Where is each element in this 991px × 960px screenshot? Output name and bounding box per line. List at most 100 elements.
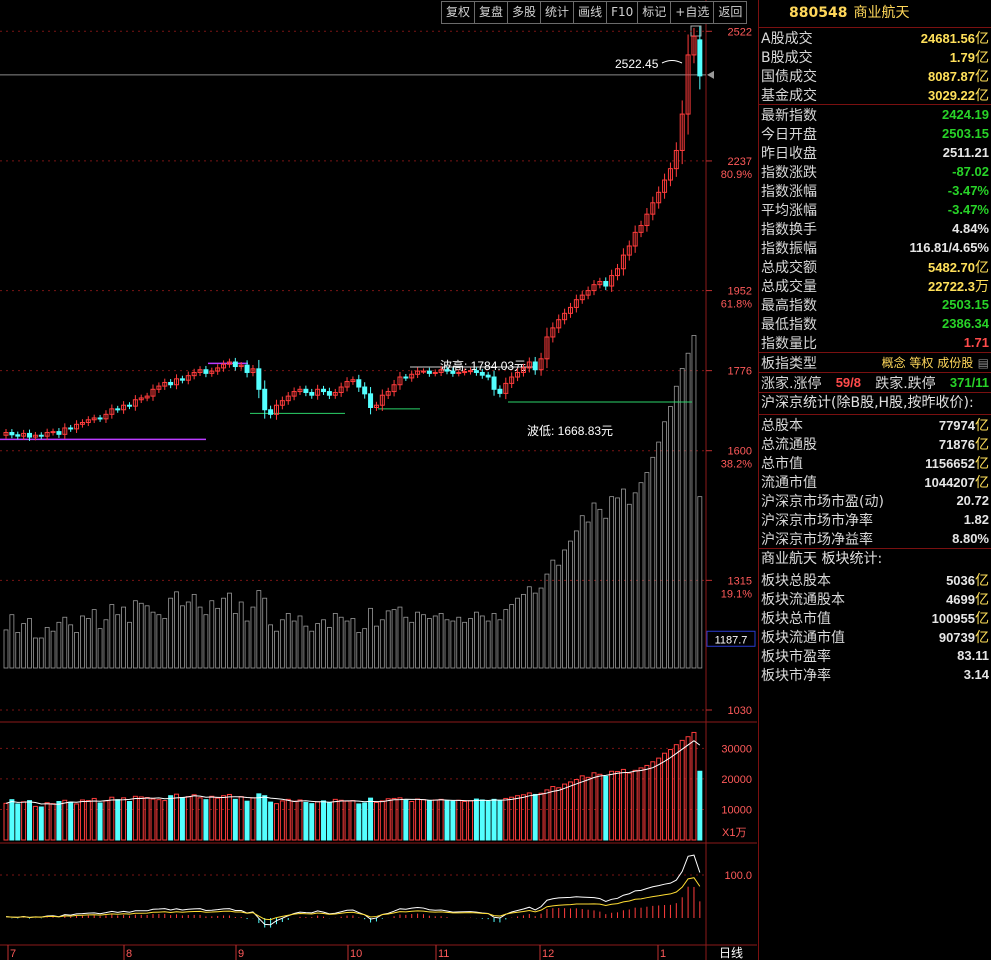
candle-body [203, 369, 209, 374]
candle-body [232, 361, 238, 368]
candle-body [321, 388, 327, 393]
quote-row-open: 今日开盘 2503.15 [759, 124, 991, 143]
volume-bar [479, 799, 485, 841]
row-value: 3.14 [963, 666, 989, 682]
row-value: 2424.19 [942, 107, 989, 122]
row-value: 4.84% [952, 221, 989, 236]
add-favorite-button[interactable]: +自选 [670, 2, 713, 23]
row-value: 5482.70 [928, 259, 975, 275]
row-unit: 亿 [975, 49, 989, 66]
price-pct-label: 38.2% [721, 459, 752, 471]
candle-body [303, 388, 309, 393]
volume-bar [268, 801, 274, 841]
volume-bar [356, 803, 362, 841]
volume-tick-label: 30000 [721, 743, 752, 755]
quote-panel: 880548 商业航天 A股成交 24681.56亿 B股成交 1.79亿 国债成交 8… [758, 0, 991, 960]
quote-row-bond: 国债成交 8087.87亿 [759, 66, 991, 85]
row-label: 指数振幅 [761, 240, 817, 257]
volume-bar [27, 800, 33, 841]
candle-body [38, 434, 44, 437]
candle-body [403, 376, 409, 379]
candle-body [362, 386, 368, 395]
row-label: 板块流通市值 [761, 629, 845, 646]
restore-rights-button[interactable]: 复权 [442, 2, 474, 23]
candle-body [450, 370, 456, 374]
row-label: 基金成交 [761, 87, 817, 104]
month-label: 7 [10, 948, 16, 960]
sector-stat-row: 板块总市值 100955亿 [759, 608, 991, 627]
price-tick-label: 1600 [728, 446, 752, 458]
row-label: 总成交量 [761, 278, 817, 295]
quote-row-amount: 总成交额 5482.70亿 [759, 257, 991, 276]
candle-body [485, 374, 491, 378]
price-tick-label: 1315 [728, 575, 752, 587]
row-unit: 亿 [975, 629, 989, 646]
price-pct-label: 61.8% [721, 299, 752, 311]
price-pct-label: 19.1% [721, 588, 752, 600]
mark-button[interactable]: 标记 [637, 2, 670, 23]
candle-body [179, 378, 185, 381]
volume-bar [491, 798, 497, 841]
row-label: 指数换手 [761, 221, 817, 238]
candle-body [473, 370, 479, 373]
market-stat-row: 沪深京市场市盈(动) 20.72 [759, 491, 991, 510]
volume-bar [203, 799, 209, 841]
volume-bar [232, 798, 238, 841]
candle-body [603, 280, 609, 287]
volume-bar [426, 800, 432, 841]
market-stat-row: 总市值 1156652亿 [759, 453, 991, 472]
row-unit: 亿 [975, 572, 989, 589]
volume-tick-label: 10000 [721, 804, 752, 816]
row-unit: 亿 [975, 30, 989, 47]
month-label: 8 [126, 948, 132, 960]
replay-button[interactable]: 复盘 [474, 2, 507, 23]
candle-body [262, 388, 268, 411]
volume-bar [262, 795, 268, 841]
quote-row-vol-ratio: 指数量比 1.71 [759, 333, 991, 352]
volume-bar [126, 801, 132, 841]
row-value: 100955 [931, 610, 975, 626]
row-value: 4699 [946, 591, 975, 607]
volume-bar [473, 798, 479, 841]
row-value: 1.82 [963, 511, 989, 527]
row-label: 板块总市值 [761, 610, 831, 627]
volume-bar [444, 800, 450, 841]
high-marker-label: 2522.45 [615, 57, 659, 71]
row-label: 指数涨幅 [761, 183, 817, 200]
indicator-tick-label: 100.0 [724, 870, 752, 882]
sector-stats-list: 板块总股本 5036亿 板块流通股本 4699亿 板块总市值 100955亿 板块流通市值 9… [759, 570, 991, 684]
sector-stat-row: 板块总股本 5036亿 [759, 570, 991, 589]
volume-bar [256, 793, 262, 841]
row-label: 板块总股本 [761, 572, 831, 589]
f10-button[interactable]: F10 [606, 2, 637, 23]
quote-row-b-share: B股成交 1.79亿 [759, 47, 991, 66]
period-label: 日线 [719, 946, 743, 960]
kline-chart-area[interactable]: 2522223780.9%195261.8%1776160038.2%13151… [0, 0, 757, 960]
volume-bar [68, 801, 74, 841]
volume-bar [38, 806, 44, 841]
sector-stat-row: 板块市盈率 83.11 [759, 646, 991, 665]
row-unit: 亿 [975, 417, 989, 434]
candle-body [697, 39, 703, 77]
volume-bar [115, 799, 121, 841]
candle-body [426, 370, 432, 374]
price-tick-label: 2522 [728, 26, 752, 38]
candle-body [432, 371, 438, 374]
statistics-button[interactable]: 统计 [540, 2, 573, 23]
index-type-dropdown-icon[interactable]: ▤ [978, 356, 989, 370]
draw-line-button[interactable]: 画线 [573, 2, 606, 23]
row-label: B股成交 [761, 49, 813, 66]
row-value: 2511.21 [942, 145, 989, 160]
row-label: 国债成交 [761, 68, 817, 85]
crosshair-value-label: 1187.7 [715, 634, 748, 646]
candle-body [491, 376, 497, 390]
month-label: 11 [438, 948, 449, 960]
row-unit: 万 [975, 278, 989, 295]
back-button[interactable]: 返回 [713, 2, 746, 23]
volume-tick-label: 20000 [721, 774, 752, 786]
multi-stock-button[interactable]: 多股 [507, 2, 540, 23]
volume-bar [603, 775, 609, 841]
row-value: 116.81/4.65% [909, 240, 989, 255]
price-pct-label: 80.9% [721, 169, 752, 181]
index-type-tags[interactable]: 概念 等权 成份股 [882, 354, 974, 371]
